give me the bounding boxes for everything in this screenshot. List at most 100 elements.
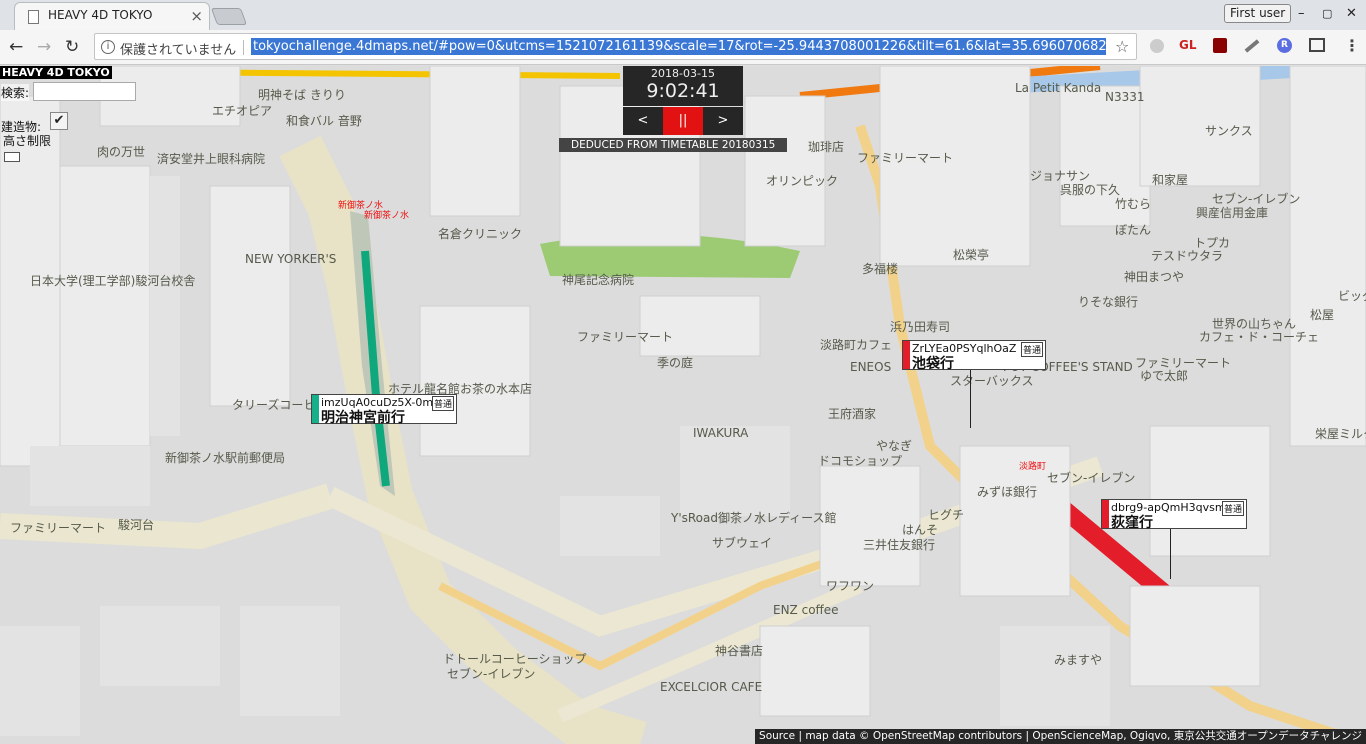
page-icon xyxy=(28,10,39,24)
poi-label[interactable]: カフェ・ド・コーチェ xyxy=(1199,328,1319,345)
address-bar[interactable]: i 保護されていません tokyochallenge.4dmaps.net/#p… xyxy=(94,33,1137,60)
poi-label[interactable]: ぼたん xyxy=(1115,221,1151,238)
profile-button[interactable]: First user xyxy=(1224,4,1292,23)
poi-label[interactable]: 栄屋ミルク xyxy=(1315,425,1366,442)
poi-label[interactable]: オリンピック xyxy=(766,172,838,189)
train-callout[interactable]: ZrLYEa0PSYqlhOaZ 普通 池袋行 xyxy=(902,340,1046,372)
poi-label[interactable]: テスドウタラ xyxy=(1151,247,1223,264)
browser-tab[interactable]: HEAVY 4D TOKYO × xyxy=(14,2,210,30)
poi-label[interactable]: 新御茶ノ水駅前郵便局 xyxy=(165,449,285,466)
poi-label[interactable]: 多福楼 xyxy=(862,260,898,277)
callout-pin xyxy=(970,370,971,428)
poi-label[interactable]: IWAKURA xyxy=(693,426,748,440)
poi-label[interactable]: 松屋 xyxy=(1310,306,1334,323)
menu-icon[interactable] xyxy=(4,152,20,162)
poi-label[interactable]: 和家屋 xyxy=(1152,171,1188,188)
poi-label[interactable]: ファミリーマート xyxy=(577,328,673,345)
cast-icon[interactable] xyxy=(1309,38,1325,52)
poi-label[interactable]: みますや xyxy=(1054,651,1102,668)
poi-label[interactable]: エチオピア xyxy=(212,102,272,119)
poi-label[interactable]: ゆで太郎 xyxy=(1140,367,1188,384)
attribution[interactable]: Source | map data © OpenStreetMap contri… xyxy=(755,729,1366,744)
date-text: 2018-03-15 xyxy=(651,67,715,80)
station-label[interactable]: 淡路町 xyxy=(1019,459,1046,472)
search-input[interactable] xyxy=(33,82,136,101)
poi-label[interactable]: 済安堂井上眼科病院 xyxy=(157,150,265,167)
omnibox-separator xyxy=(243,40,244,55)
info-icon[interactable]: i xyxy=(101,40,115,54)
poi-label[interactable]: ENEOS xyxy=(850,360,891,374)
tab-close-icon[interactable]: × xyxy=(190,7,203,25)
poi-label[interactable]: EXCELCIOR CAFE xyxy=(660,680,762,694)
menu-dots-icon[interactable]: ⋮ xyxy=(1344,36,1360,55)
area-label[interactable]: 駿河台 xyxy=(118,516,154,533)
poi-label[interactable]: 浜乃田寿司 xyxy=(890,318,950,335)
station-label[interactable]: 新御茶ノ水 xyxy=(364,208,409,221)
poi-label[interactable]: 松榮亭 xyxy=(953,246,989,263)
poi-label[interactable]: はんそ xyxy=(902,521,938,538)
eyedropper-icon[interactable] xyxy=(1244,39,1260,53)
reload-icon[interactable]: ↻ xyxy=(65,37,79,57)
poi-label[interactable]: ワフワン xyxy=(826,577,874,594)
poi-label[interactable]: 淡路町カフェ xyxy=(820,336,892,353)
back-icon[interactable]: ← xyxy=(9,37,23,57)
next-button[interactable]: > xyxy=(703,107,743,135)
poi-label[interactable]: 神田まつや xyxy=(1124,268,1184,285)
poi-label[interactable]: Y'sRoad御茶ノ水レディース館 xyxy=(671,509,837,526)
poi-label[interactable]: 竹むら xyxy=(1115,195,1151,212)
extension-gl-icon[interactable]: GL xyxy=(1179,38,1197,52)
forward-icon[interactable]: → xyxy=(37,37,51,57)
close-window-icon[interactable]: ✕ xyxy=(1346,6,1357,21)
poi-label[interactable]: みずほ銀行 xyxy=(977,483,1037,500)
height-limit-label: 高さ制限 xyxy=(3,134,52,148)
train-callout[interactable]: dbrg9-apQmH3qvsm 普通 荻窪行 xyxy=(1101,499,1247,531)
url-text[interactable]: tokyochallenge.4dmaps.net/#pow=0&utcms=1… xyxy=(251,38,1106,55)
poi-label[interactable]: スターバックス xyxy=(950,372,1034,389)
poi-label[interactable]: ENZ coffee xyxy=(773,603,839,617)
maximize-icon[interactable]: ▢ xyxy=(1322,7,1332,20)
poi-label[interactable]: 呉服の下久 xyxy=(1060,181,1120,198)
poi-label[interactable]: セブン-イレブン xyxy=(1047,469,1135,486)
search-label: 検索: xyxy=(1,84,30,101)
building-checkbox[interactable]: ✔ xyxy=(50,112,68,130)
poi-label[interactable]: 和食バル 音野 xyxy=(286,112,362,129)
bookmark-star-icon[interactable]: ☆ xyxy=(1115,37,1129,56)
poi-label[interactable]: 王府酒家 xyxy=(828,405,876,422)
extension-circle-icon[interactable] xyxy=(1150,39,1164,53)
poi-label[interactable]: ファミリーマート xyxy=(857,149,953,166)
poi-label[interactable]: ファミリーマート xyxy=(10,519,106,536)
ublock-icon[interactable] xyxy=(1213,38,1227,53)
poi-label[interactable]: ビッグ xyxy=(1338,287,1366,304)
poi-label[interactable]: りそな銀行 xyxy=(1078,293,1138,310)
new-tab-button[interactable] xyxy=(210,8,248,25)
poi-label[interactable]: 名倉クリニック xyxy=(438,225,522,242)
poi-label[interactable]: 珈琲店 xyxy=(808,138,844,155)
pause-button[interactable]: || xyxy=(663,107,703,135)
prev-button[interactable]: < xyxy=(623,107,663,135)
time-panel: 2018-03-15 9:02:41 < || > xyxy=(623,66,743,136)
minimize-icon[interactable]: – xyxy=(1298,6,1305,21)
timetable-note: DEDUCED FROM TIMETABLE 20180315 xyxy=(559,138,788,152)
extension-r-icon[interactable]: R xyxy=(1277,38,1292,53)
train-destination: 池袋行 xyxy=(912,356,954,372)
poi-label[interactable]: セブン-イレブン xyxy=(447,665,535,682)
poi-label[interactable]: 肉の万世 xyxy=(97,143,145,160)
poi-label[interactable]: 興産信用金庫 xyxy=(1196,204,1268,221)
poi-label[interactable]: 明神そば きりり xyxy=(258,86,346,103)
poi-label[interactable]: La Petit Kanda xyxy=(1015,81,1101,95)
poi-label[interactable]: NEW YORKER'S xyxy=(245,252,336,266)
poi-label[interactable]: 神谷書店 xyxy=(715,642,763,659)
poi-label[interactable]: やなぎ xyxy=(876,437,912,454)
time-display: 2018-03-15 9:02:41 xyxy=(623,66,743,106)
train-callout[interactable]: imzUqA0cuDz5X-0m 普通 明治神宮前行 xyxy=(311,394,457,426)
map-viewport[interactable]: 明神そば きりり 和食バル 音野 エチオピア 肉の万世 済安堂井上眼科病院 新御… xyxy=(0,66,1366,744)
poi-label[interactable]: サンクス xyxy=(1205,122,1253,139)
poi-label[interactable]: 季の庭 xyxy=(657,354,693,371)
security-status[interactable]: 保護されていません xyxy=(120,39,236,58)
poi-label[interactable]: サブウェイ xyxy=(712,534,772,551)
poi-label[interactable]: 三井住友銀行 xyxy=(863,536,935,553)
poi-label[interactable]: 日本大学(理工学部)駿河台校舎 xyxy=(30,272,195,289)
poi-label[interactable]: ドコモショップ xyxy=(818,452,902,469)
poi-label[interactable]: 神尾記念病院 xyxy=(562,271,634,288)
poi-label[interactable]: N3331 xyxy=(1105,90,1145,104)
